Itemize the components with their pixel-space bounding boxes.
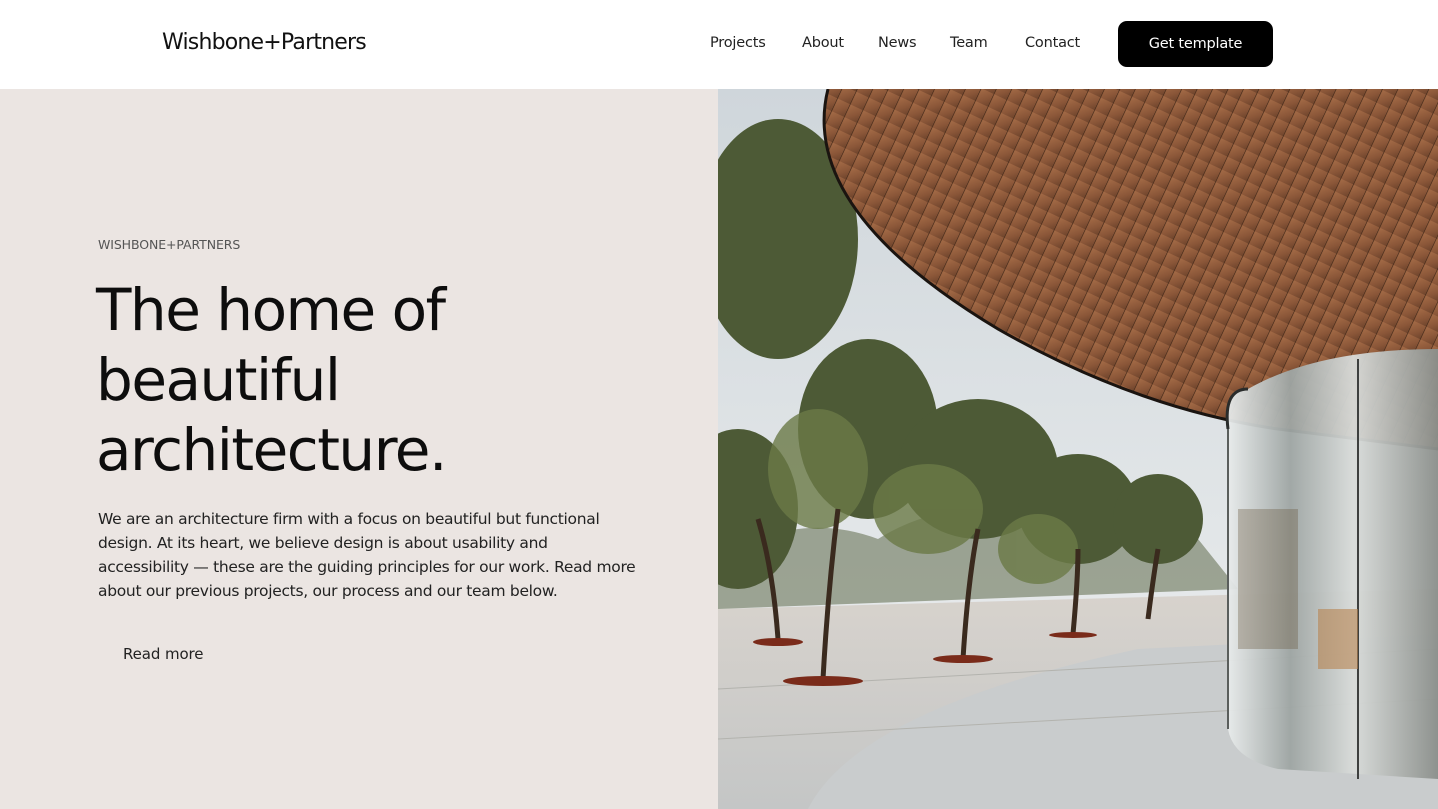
nav-link-news[interactable]: News [878, 35, 917, 51]
hero-eyebrow: WISHBONE+PARTNERS [98, 237, 241, 252]
get-template-button[interactable]: Get template [1118, 21, 1273, 67]
hero-content: WISHBONE+PARTNERS The home of beautiful … [0, 89, 718, 809]
hero-headline: The home of beautiful architecture. [96, 275, 696, 485]
architecture-photo [718, 89, 1438, 809]
headline-line: architecture. [96, 416, 447, 484]
headline-line: beautiful [96, 346, 341, 414]
site-header: Wishbone+Partners Projects About News Te… [0, 0, 1438, 89]
nav-link-projects[interactable]: Projects [710, 35, 766, 51]
headline-line: The home of [96, 276, 446, 344]
nav-link-about[interactable]: About [802, 35, 844, 51]
hero-image [718, 89, 1438, 809]
nav-link-team[interactable]: Team [950, 35, 988, 51]
hero-description: We are an architecture firm with a focus… [98, 510, 636, 600]
nav-link-contact[interactable]: Contact [1025, 35, 1080, 51]
read-more-link[interactable]: Read more [123, 645, 204, 663]
